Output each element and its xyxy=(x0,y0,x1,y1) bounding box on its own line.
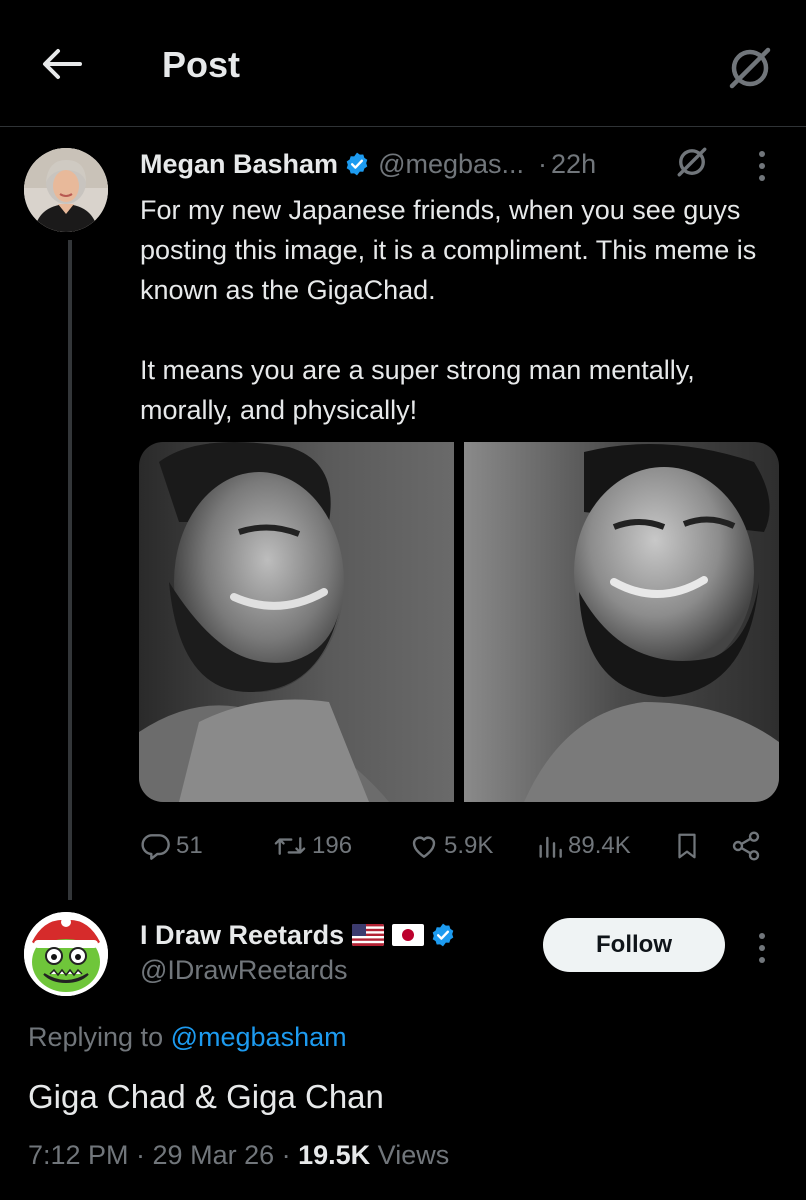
reply-button[interactable]: 51 xyxy=(140,822,203,870)
replying-to-prefix: Replying to xyxy=(28,1022,164,1052)
more-options-button[interactable] xyxy=(748,146,776,186)
follow-button[interactable]: Follow xyxy=(543,918,725,972)
grok-icon xyxy=(677,147,707,177)
more-dot-icon xyxy=(759,957,765,963)
thread-connector-line xyxy=(68,240,72,900)
views-chart-icon xyxy=(539,836,562,858)
like-count: 5.9K xyxy=(444,832,494,859)
views-button[interactable]: 89.4K xyxy=(536,822,631,870)
verified-badge-icon xyxy=(430,922,456,948)
grok-icon xyxy=(729,47,771,89)
more-dot-icon xyxy=(759,175,765,181)
more-dot-icon xyxy=(759,163,765,169)
repost-count: 196 xyxy=(312,832,353,859)
repost-button[interactable]: 196 xyxy=(272,822,352,870)
reply-more-options-button[interactable] xyxy=(748,928,776,968)
post-body: For my new Japanese friends, when you se… xyxy=(140,190,780,430)
verified-badge-icon xyxy=(344,151,370,177)
top-bar: Post xyxy=(0,0,806,127)
reply-author-handle[interactable]: @IDrawReetards xyxy=(140,955,347,986)
heart-icon xyxy=(412,836,436,858)
reply-author-avatar[interactable] xyxy=(24,912,108,996)
reply-body: Giga Chad & Giga Chan xyxy=(28,1078,384,1115)
reply-views-count: 19.5K xyxy=(298,1140,371,1170)
view-count: 89.4K xyxy=(568,832,631,859)
more-dot-icon xyxy=(759,151,765,157)
page-title: Post xyxy=(162,44,241,85)
more-dot-icon xyxy=(759,945,765,951)
post-paragraph: For my new Japanese friends, when you se… xyxy=(140,195,757,305)
media-photo-right[interactable] xyxy=(464,442,779,802)
reply-icon xyxy=(141,834,170,860)
bookmark-button[interactable] xyxy=(672,822,702,870)
replying-to-line: Replying to @megbasham xyxy=(28,1022,347,1053)
reply-meta: 7:12 PM · 29 Mar 26 · 19.5K Views xyxy=(28,1140,449,1171)
post-paragraph: It means you are a super strong man ment… xyxy=(140,355,695,425)
more-dot-icon xyxy=(759,933,765,939)
grok-explain-button[interactable] xyxy=(672,142,712,182)
author-avatar[interactable] xyxy=(24,148,108,232)
post-header: Megan Basham @megbas... · 22h xyxy=(140,144,596,184)
reply-header: I Draw Reetards xyxy=(140,915,456,955)
share-icon xyxy=(732,831,760,861)
post-media-grid[interactable] xyxy=(139,442,779,802)
like-button[interactable]: 5.9K xyxy=(408,822,493,870)
arrow-left-icon xyxy=(43,49,82,79)
media-photo-left[interactable] xyxy=(139,442,454,802)
repost-icon xyxy=(274,837,306,855)
reply-count: 51 xyxy=(176,832,203,859)
reply-views-label: Views xyxy=(370,1140,450,1170)
share-button[interactable] xyxy=(730,822,762,870)
post-time[interactable]: 22h xyxy=(551,149,596,180)
author-name[interactable]: Megan Basham xyxy=(140,149,338,180)
us-flag-icon xyxy=(352,924,385,946)
separator-dot: · xyxy=(538,148,548,179)
post-action-bar: 51 196 5.9K 89.4K xyxy=(140,822,780,870)
back-button[interactable] xyxy=(38,40,86,88)
grok-button[interactable] xyxy=(722,40,778,96)
japan-flag-icon xyxy=(392,924,425,946)
reply-author-name[interactable]: I Draw Reetards xyxy=(140,920,344,951)
reply-timestamp[interactable]: 7:12 PM · 29 Mar 26 · xyxy=(28,1140,298,1170)
bookmark-icon xyxy=(678,833,696,859)
author-handle[interactable]: @megbas... xyxy=(378,149,524,180)
replying-to-mention[interactable]: @megbasham xyxy=(171,1022,347,1052)
